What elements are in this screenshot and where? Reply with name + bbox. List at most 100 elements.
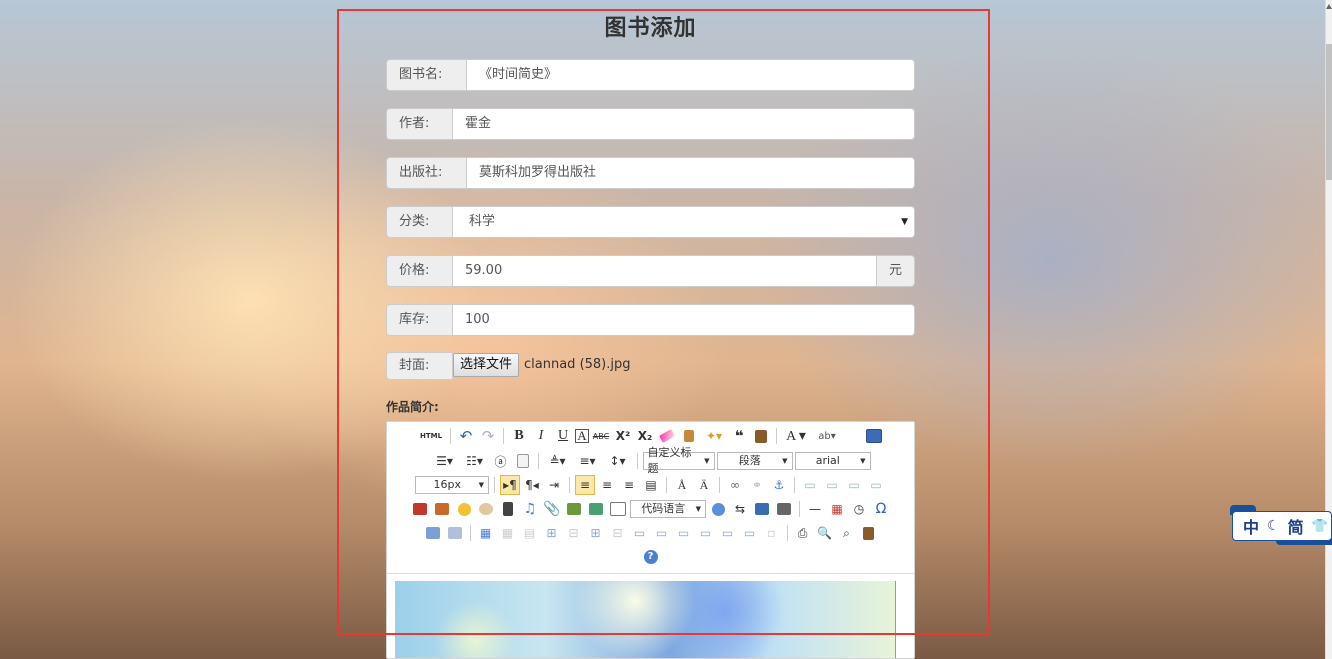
delete-table-icon[interactable]: ▦ — [498, 523, 518, 543]
unlink-icon[interactable]: ⚭ — [747, 475, 767, 495]
insert-image-icon[interactable] — [432, 499, 452, 519]
ordered-list-icon[interactable]: ☰▾ — [431, 451, 459, 471]
special-chars-icon[interactable]: Ω — [871, 499, 891, 519]
print-icon[interactable]: ⎙ — [793, 523, 813, 543]
auto-format-icon[interactable]: ✦▾ — [701, 426, 727, 446]
image-left-icon[interactable]: ▭ — [822, 475, 842, 495]
scroll-up-arrow-icon[interactable] — [1326, 4, 1332, 9]
insert-frame-icon[interactable] — [608, 499, 628, 519]
paragraph-combo[interactable]: 段落 ▼ — [716, 452, 793, 470]
custom-title-combo[interactable]: 自定义标题 ▼ — [642, 446, 715, 475]
subscript-icon[interactable]: X₂ — [635, 426, 655, 446]
simple-upload-icon[interactable] — [410, 499, 430, 519]
bold-icon[interactable]: B — [509, 426, 529, 446]
page-break-2-icon[interactable]: ⇆ — [730, 499, 750, 519]
book-name-input[interactable]: 《时间简史》 — [467, 59, 915, 91]
category-select[interactable]: 科学 ▼ — [453, 206, 915, 238]
link-icon[interactable]: ∞ — [725, 475, 745, 495]
chart-icon[interactable]: ▫ — [762, 523, 782, 543]
gmap-icon[interactable] — [586, 499, 606, 519]
merge-cells-icon[interactable]: ▭ — [630, 523, 650, 543]
page-break-icon[interactable] — [513, 451, 533, 471]
horizontal-rule-icon[interactable]: — — [805, 499, 825, 519]
insert-code-icon[interactable]: ⓐ — [491, 451, 511, 471]
font-border-icon[interactable]: A — [575, 428, 589, 443]
paste-plain-icon[interactable] — [751, 426, 771, 446]
row-spacing-top-icon[interactable]: ≜▾ — [544, 451, 572, 471]
background-icon[interactable] — [774, 499, 794, 519]
align-right-icon[interactable]: ≡ — [619, 475, 639, 495]
split-rows-icon[interactable]: ▭ — [718, 523, 738, 543]
strikethrough-icon[interactable]: ABC — [591, 426, 611, 446]
undo-icon[interactable]: ↶ — [456, 426, 476, 446]
preview-icon[interactable]: 🔍 — [815, 523, 835, 543]
merge-down-icon[interactable]: ▭ — [674, 523, 694, 543]
ime-simplified-toggle[interactable]: 简 — [1288, 514, 1304, 538]
publisher-input[interactable]: 莫斯科加罗得出版社 — [467, 157, 915, 189]
unordered-list-icon[interactable]: ☷▾ — [461, 451, 489, 471]
align-left-icon[interactable]: ≡ — [575, 475, 595, 495]
wordimage-icon[interactable] — [423, 523, 443, 543]
anchor-icon[interactable]: ⚓ — [769, 475, 789, 495]
attachment-icon[interactable]: 📎 — [542, 499, 562, 519]
music-icon[interactable]: ♫ — [520, 499, 540, 519]
image-center-icon[interactable]: ▭ — [866, 475, 886, 495]
drafts-icon[interactable] — [859, 523, 879, 543]
scrollbar-thumb[interactable] — [1326, 44, 1332, 180]
insert-col-icon[interactable]: ⊞ — [586, 523, 606, 543]
image-none-icon[interactable]: ▭ — [800, 475, 820, 495]
split-cells-icon[interactable]: ▭ — [696, 523, 716, 543]
web-app-icon[interactable] — [708, 499, 728, 519]
align-justify-icon[interactable]: ▤ — [641, 475, 661, 495]
choose-file-button[interactable]: 选择文件 — [453, 353, 520, 377]
date-icon[interactable]: ▦ — [827, 499, 847, 519]
background-color-icon[interactable]: ab▾ — [812, 426, 842, 446]
time-icon[interactable]: ◷ — [849, 499, 869, 519]
align-center-icon[interactable]: ≡ — [597, 475, 617, 495]
search-replace-icon[interactable]: ⌕ — [837, 523, 857, 543]
snapscreen-icon[interactable] — [445, 523, 465, 543]
template-icon[interactable] — [752, 499, 772, 519]
insert-video-icon[interactable] — [498, 499, 518, 519]
code-language-combo[interactable]: 代码语言 ▼ — [630, 500, 706, 518]
author-input[interactable]: 霍金 — [453, 108, 915, 140]
font-family-combo[interactable]: arial ▼ — [794, 452, 871, 470]
skin-shirt-icon[interactable]: 👕 — [1312, 519, 1328, 534]
scrawl-icon[interactable] — [476, 499, 496, 519]
case-upper-icon[interactable]: Å — [672, 475, 692, 495]
row-spacing-bottom-icon[interactable]: ≡▾ — [574, 451, 602, 471]
blockquote-icon[interactable]: ❝ — [729, 426, 749, 446]
underline-icon[interactable]: U — [553, 426, 573, 446]
format-brush-icon[interactable] — [679, 426, 699, 446]
italic-icon[interactable]: I — [531, 426, 551, 446]
font-size-combo[interactable]: 16px ▼ — [415, 476, 489, 494]
delete-row-icon[interactable]: ⊟ — [564, 523, 584, 543]
map-icon[interactable] — [564, 499, 584, 519]
ime-language-toggle[interactable]: 中 — [1243, 514, 1259, 538]
indent-icon[interactable]: ⇥ — [544, 475, 564, 495]
image-right-icon[interactable]: ▭ — [844, 475, 864, 495]
rtl-direction-icon[interactable]: ¶◂ — [522, 475, 542, 495]
merge-right-icon[interactable]: ▭ — [652, 523, 672, 543]
editor-content-image[interactable] — [395, 581, 896, 658]
case-lower-icon[interactable]: Ä — [694, 475, 714, 495]
eraser-icon[interactable] — [657, 426, 677, 446]
emotion-icon[interactable] — [454, 499, 474, 519]
insert-row-icon[interactable]: ⊞ — [542, 523, 562, 543]
line-height-icon[interactable]: ↕▾ — [604, 451, 632, 471]
page-scrollbar[interactable] — [1325, 0, 1332, 659]
redo-icon[interactable]: ↷ — [478, 426, 498, 446]
split-cols-icon[interactable]: ▭ — [740, 523, 760, 543]
html-icon[interactable]: HTML — [417, 426, 445, 446]
stock-input[interactable]: 100 — [453, 304, 915, 336]
font-color-icon[interactable]: A ▾ — [782, 426, 810, 446]
superscript-icon[interactable]: X² — [613, 426, 633, 446]
ime-toolbar[interactable]: 中 ☾ 简 👕 — [1230, 505, 1332, 545]
help-icon[interactable]: ? — [643, 550, 658, 564]
insert-paragraph-before-table-icon[interactable]: ▤ — [520, 523, 540, 543]
price-input[interactable]: 59.00 — [453, 255, 877, 287]
insert-table-icon[interactable]: ▦ — [476, 523, 496, 543]
fullscreen-icon[interactable] — [864, 426, 884, 446]
ltr-direction-icon[interactable]: ▸¶ — [500, 475, 520, 495]
delete-col-icon[interactable]: ⊟ — [608, 523, 628, 543]
